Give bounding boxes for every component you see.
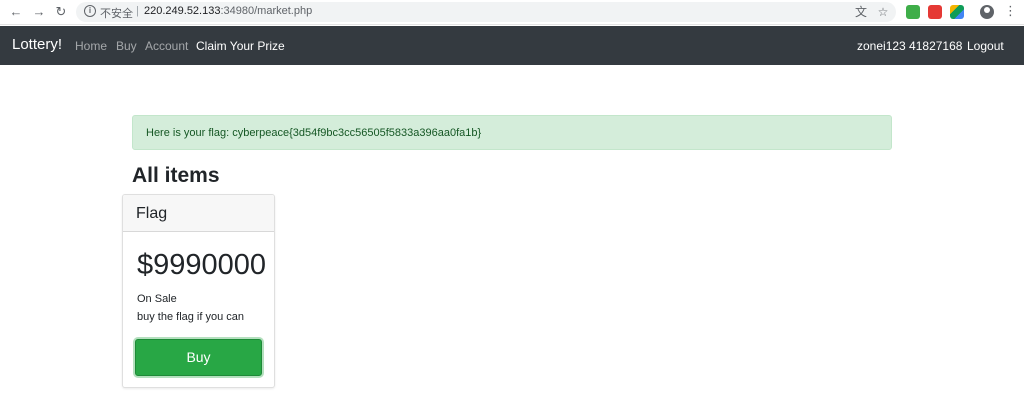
item-card: Flag $9990000 On Sale buy the flag if yo… bbox=[122, 194, 275, 388]
url-path: :34980/market.php bbox=[220, 5, 313, 17]
translate-icon[interactable]: 文 bbox=[854, 5, 868, 19]
browser-toolbar: ← → ↻ i 不安全 | 220.249.52.133:34980/marke… bbox=[0, 0, 1024, 25]
extension-wechat-icon[interactable] bbox=[906, 5, 920, 19]
user-info: zonei123 41827168 bbox=[857, 39, 963, 53]
url-text[interactable]: 220.249.52.133:34980/market.php bbox=[144, 5, 312, 17]
more-menu-icon[interactable]: ⋮ bbox=[1004, 3, 1017, 19]
bookmark-star-icon[interactable]: ☆ bbox=[876, 5, 890, 19]
security-label: 不安全 bbox=[100, 7, 133, 20]
item-name: Flag bbox=[123, 195, 274, 232]
buy-button[interactable]: Buy bbox=[135, 339, 262, 376]
brand-link[interactable]: Lottery! bbox=[12, 36, 62, 53]
extension-colorful-icon[interactable] bbox=[950, 5, 964, 19]
site-navbar: Lottery! Home Buy Account Claim Your Pri… bbox=[0, 26, 1024, 65]
flag-message: Here is your flag: cyberpeace{3d54f9bc3c… bbox=[146, 127, 482, 139]
flag-alert: Here is your flag: cyberpeace{3d54f9bc3c… bbox=[132, 115, 892, 150]
extension-video-icon[interactable] bbox=[928, 5, 942, 19]
forward-arrow-icon[interactable]: → bbox=[31, 4, 47, 20]
item-description: buy the flag if you can bbox=[137, 311, 245, 323]
info-icon[interactable]: i bbox=[84, 5, 96, 17]
item-price: $9990000 bbox=[137, 249, 267, 281]
url-separator: | bbox=[136, 5, 139, 17]
nav-claim-prize[interactable]: Claim Your Prize bbox=[196, 39, 285, 53]
back-arrow-icon[interactable]: ← bbox=[8, 4, 24, 20]
url-host: 220.249.52.133 bbox=[144, 5, 221, 17]
page-title: All items bbox=[132, 164, 220, 187]
item-status: On Sale bbox=[137, 293, 177, 305]
nav-account[interactable]: Account bbox=[145, 39, 188, 53]
address-bar[interactable]: i 不安全 | 220.249.52.133:34980/market.php … bbox=[76, 2, 896, 22]
profile-avatar-icon[interactable] bbox=[980, 5, 994, 19]
reload-icon[interactable]: ↻ bbox=[53, 4, 69, 20]
nav-buy[interactable]: Buy bbox=[116, 39, 137, 53]
logout-link[interactable]: Logout bbox=[967, 39, 1004, 53]
nav-home[interactable]: Home bbox=[75, 39, 107, 53]
